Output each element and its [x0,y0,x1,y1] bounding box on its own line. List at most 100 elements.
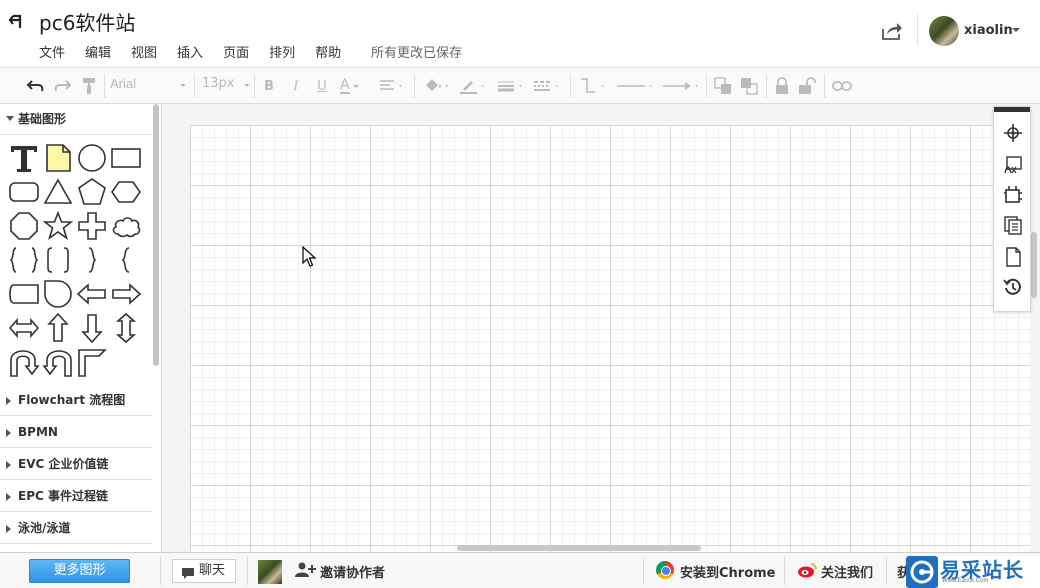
weibo-icon [797,562,817,582]
user-avatar[interactable] [929,16,959,46]
chevron-down-icon[interactable] [1012,28,1020,32]
caret-right-icon [6,525,11,533]
u-turn-arrow-left-shape-icon[interactable] [8,346,40,378]
canvas-area[interactable] [163,104,1040,552]
callout-shape-icon[interactable] [42,278,74,310]
section-basic-shapes[interactable]: 基础图形 [0,104,152,135]
watermark-subtext: Www.Easck.Com [942,578,989,584]
section-flowchart[interactable]: Flowchart 流程图 [0,385,152,416]
star-shape-icon[interactable] [42,210,74,242]
section-swimlane[interactable]: 泳池/泳道 [0,513,152,544]
site-watermark: 易采站长站 Www.Easck.Com [906,556,1040,588]
section-epc[interactable]: EPC 事件过程链 [0,481,152,512]
collaborator-avatar[interactable] [258,560,282,584]
caret-down-icon [6,116,14,121]
redo-icon[interactable] [52,76,72,96]
rectangle-shape-icon[interactable] [110,142,142,174]
invite-collaborator-button[interactable]: 邀请协作者 [294,562,385,581]
triangle-shape-icon[interactable] [42,176,74,208]
page-settings-icon[interactable] [1003,185,1023,205]
more-shapes-button[interactable]: 更多图形 [29,559,130,583]
font-size-select[interactable]: 13px [202,76,252,96]
section-evc[interactable]: EVC 企业价值链 [0,449,152,480]
toolbar-divider [414,74,415,98]
link-icon[interactable] [832,76,852,96]
history-icon[interactable] [1003,277,1023,297]
underline-button[interactable]: U [315,76,329,96]
bottom-divider [247,557,248,585]
bottom-divider [160,557,161,585]
menu-help[interactable]: 帮助 [315,42,341,61]
follow-us-link[interactable]: 关注我们 [797,562,873,581]
format-painter-icon[interactable] [80,76,98,96]
sidebar-scrollbar[interactable] [153,104,159,366]
section-label: Flowchart 流程图 [18,393,126,407]
shape-properties-icon[interactable] [1003,155,1023,175]
italic-button[interactable]: I [289,76,303,96]
cross-shape-icon[interactable] [76,210,108,242]
app-header: pc6软件站 文件 编辑 视图 插入 页面 排列 帮助 所有更改已保存 xiao… [0,0,1040,68]
menu-page[interactable]: 页面 [223,42,249,61]
connector-type-icon[interactable] [578,76,608,96]
hexagon-shape-icon[interactable] [110,176,142,208]
font-color-glyph: A [340,77,350,94]
send-back-icon[interactable] [740,76,758,96]
bold-button[interactable]: B [262,76,276,96]
chat-button[interactable]: 聊天 [172,559,236,583]
pentagon-shape-icon[interactable] [76,176,108,208]
bottom-divider [886,557,887,585]
format-toolbar: Arial 13px B I U A [0,68,1040,104]
menu-file[interactable]: 文件 [39,42,65,61]
data-properties-icon[interactable] [1003,215,1023,235]
back-icon[interactable] [8,8,28,32]
line-color-icon[interactable] [458,76,488,96]
line-end-icon[interactable] [660,76,702,96]
square-braces-shape-icon[interactable] [42,244,74,276]
header-divider [917,14,918,46]
up-down-arrow-shape-icon[interactable] [110,312,142,344]
menu-view[interactable]: 视图 [131,42,157,61]
menu-arrange[interactable]: 排列 [269,42,295,61]
fill-color-icon[interactable] [422,76,452,96]
note-shape-icon[interactable] [42,142,74,174]
line-width-icon[interactable] [496,76,526,96]
right-arrow-shape-icon[interactable] [110,278,142,310]
blank-page-icon[interactable] [1003,247,1023,267]
canvas-horizontal-scrollbar[interactable] [457,545,701,551]
document-shape-icon[interactable] [8,278,40,310]
corner-arrow-shape-icon[interactable] [76,346,108,378]
share-icon[interactable] [880,20,904,42]
menu-insert[interactable]: 插入 [177,42,203,61]
font-family-select[interactable]: Arial [110,76,190,96]
u-turn-arrow-right-shape-icon[interactable] [42,346,74,378]
font-color-button[interactable]: A [340,76,368,96]
line-style-icon[interactable] [532,76,562,96]
left-arrow-shape-icon[interactable] [76,278,108,310]
text-align-icon[interactable] [378,76,406,96]
left-right-arrow-shape-icon[interactable] [8,312,40,344]
cloud-shape-icon[interactable] [110,210,142,242]
up-arrow-shape-icon[interactable] [42,312,74,344]
menu-edit[interactable]: 编辑 [85,42,111,61]
circle-shape-icon[interactable] [76,142,108,174]
document-title[interactable]: pc6软件站 [39,7,135,36]
text-shape-icon[interactable] [8,142,40,174]
navigator-icon[interactable] [1003,123,1023,143]
username[interactable]: xiaolin [964,23,1013,38]
unlock-icon[interactable] [798,76,816,96]
down-arrow-shape-icon[interactable] [76,312,108,344]
canvas-vertical-scrollbar[interactable] [1031,232,1037,298]
right-brace-shape-icon[interactable] [76,244,108,276]
toolbar-divider [766,74,767,98]
curly-braces-shape-icon[interactable] [8,244,40,276]
section-bpmn[interactable]: BPMN [0,417,152,448]
undo-icon[interactable] [26,76,46,96]
lock-icon[interactable] [774,76,790,96]
install-chrome-link[interactable]: 安装到Chrome [656,561,776,581]
bring-front-icon[interactable] [714,76,732,96]
rounded-rectangle-shape-icon[interactable] [8,176,40,208]
line-start-icon[interactable] [614,76,656,96]
left-brace-shape-icon[interactable] [110,244,142,276]
drawing-canvas[interactable] [190,125,1030,552]
octagon-shape-icon[interactable] [8,210,40,242]
